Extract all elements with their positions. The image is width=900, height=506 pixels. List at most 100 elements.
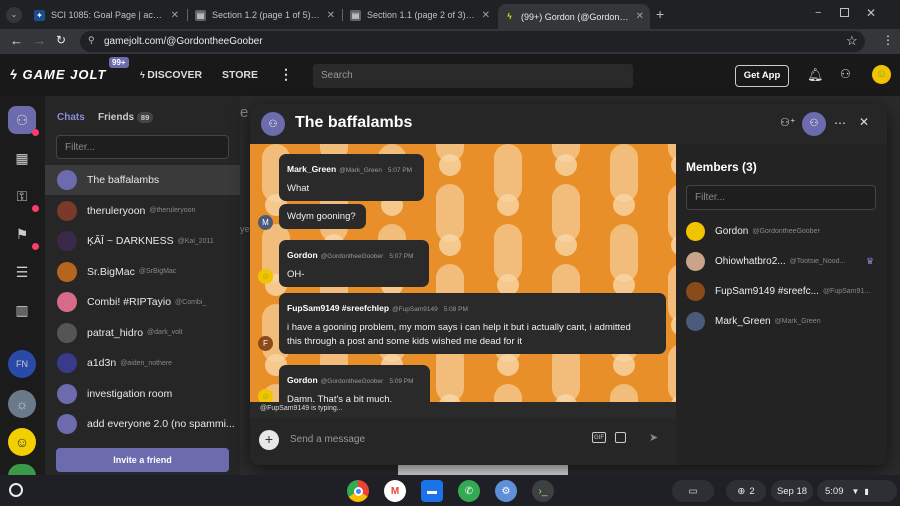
close-tab-icon[interactable]: ✕ xyxy=(171,10,179,21)
member-row[interactable]: Ohiowhatbro2... @Tootsie_Nood... xyxy=(686,251,881,271)
author-avatar[interactable]: M xyxy=(258,215,273,230)
forward-icon[interactable]: → xyxy=(33,33,46,48)
store-link[interactable]: STORE xyxy=(222,69,258,81)
message-bubble[interactable]: Wdym gooning? xyxy=(279,204,366,229)
chat-list-item[interactable]: ĶĂĬ ~ DARKNESS @Kai_2011 xyxy=(45,226,240,256)
background-text: e xyxy=(240,104,249,121)
chat-list-item[interactable]: investigation room xyxy=(45,379,240,409)
member-row[interactable]: FupSam9149 #sreefc... @FupSam91... xyxy=(686,281,881,301)
browser-tab-active[interactable]: ϟ (99+) Gordon (@GordontheeGo ✕ xyxy=(498,4,650,29)
launcher-icon[interactable] xyxy=(9,483,23,497)
chat-list-item[interactable]: a1d3n @aiden_nothere xyxy=(45,348,240,378)
message-input[interactable]: Send a message xyxy=(290,434,365,445)
chat-name: patrat_hidro xyxy=(87,326,144,339)
unread-dot xyxy=(32,243,39,250)
community-avatar[interactable]: FN xyxy=(8,350,36,378)
settings-app-icon[interactable]: ⚙ xyxy=(495,480,517,502)
message-bubble[interactable]: FupSam9149 #sreefchlep @FupSam9149 5:08 PM… xyxy=(279,293,666,354)
message-bubble[interactable]: Mark_Green @Mark_Green 5:07 PM What xyxy=(279,154,424,201)
tab-chats[interactable]: Chats xyxy=(57,112,85,123)
browser-tab[interactable]: ▤ Section 1.2 (page 1 of 5) | ace ✕ xyxy=(189,4,341,26)
message-author: Mark_Green xyxy=(287,164,337,174)
message-bubble[interactable]: Gordon @GordontheeGoober 5:07 PM OH- xyxy=(279,240,429,287)
store-nav-icon[interactable]: ▦ xyxy=(8,144,36,172)
gif-icon[interactable]: GIF xyxy=(592,432,606,443)
notification-icon: ⊕ xyxy=(737,485,746,497)
member-name: Ohiowhatbro2... xyxy=(715,255,786,267)
close-tab-icon[interactable]: ✕ xyxy=(482,10,490,21)
attach-button[interactable]: + xyxy=(259,430,279,450)
message-text: OH- xyxy=(287,269,305,280)
member-avatar xyxy=(686,311,705,331)
member-avatar xyxy=(686,281,705,301)
chat-list-item[interactable]: Combi! #RIPTayio @Combi_ xyxy=(45,287,240,317)
chat-list-item[interactable]: theruleryoon @theruleryoon xyxy=(45,196,240,226)
bell-icon[interactable]: 🔔︎ xyxy=(807,67,824,83)
message-area[interactable]: Mark_Green @Mark_Green 5:07 PM What M Wdym… xyxy=(250,144,676,418)
friends-icon[interactable]: ⚇ xyxy=(840,67,851,81)
site-info-icon[interactable]: ⚲ xyxy=(88,35,95,46)
close-tab-icon[interactable]: ✕ xyxy=(327,10,335,21)
close-tab-icon[interactable]: ✕ xyxy=(636,11,644,22)
notification-tray[interactable]: ⊕ 2 xyxy=(726,480,766,502)
chat-list-item[interactable]: The baffalambs xyxy=(45,165,240,195)
site-search-input[interactable]: Search xyxy=(313,64,633,88)
community-avatar[interactable]: ☼ xyxy=(8,390,36,418)
author-avatar[interactable]: ☺ xyxy=(258,269,273,284)
close-modal-icon[interactable]: ✕ xyxy=(859,115,869,129)
members-toggle-icon[interactable]: ⚇ xyxy=(802,112,826,136)
friends-count-badge: 89 xyxy=(136,112,154,123)
add-member-icon[interactable]: ⚇⁺ xyxy=(780,116,796,129)
author-avatar[interactable]: F xyxy=(258,336,273,351)
more-options-icon[interactable]: ⋯ xyxy=(834,116,846,130)
member-row[interactable]: Gordon @GordontheeGoober xyxy=(686,221,881,241)
minimize-icon[interactable]: − xyxy=(815,7,821,19)
user-avatar[interactable]: ☺ xyxy=(872,65,891,84)
gmail-app-icon[interactable]: M xyxy=(384,480,406,502)
chat-list-item[interactable]: add everyone 2.0 (no spammi... xyxy=(45,409,240,439)
chat-filter-input[interactable]: Filter... xyxy=(56,135,229,159)
member-avatar xyxy=(686,221,705,241)
terminal-app-icon[interactable]: ›_ xyxy=(532,480,554,502)
tote-icon[interactable]: ▭ xyxy=(672,480,714,502)
community-avatar[interactable]: ☺ xyxy=(8,428,36,456)
more-menu-icon[interactable]: ⋮ xyxy=(279,66,293,83)
chrome-menu-icon[interactable]: ⋮ xyxy=(882,33,894,47)
library-nav-icon[interactable]: ▥ xyxy=(8,296,36,324)
restore-icon[interactable] xyxy=(840,8,849,17)
gamejolt-logo[interactable]: ϟ GAME JOLT xyxy=(10,67,106,82)
chat-avatar xyxy=(57,414,77,434)
sticker-icon[interactable] xyxy=(615,432,626,443)
browser-tab[interactable]: ▤ Section 1.1 (page 2 of 3) | ace ✕ xyxy=(344,4,496,26)
members-filter-input[interactable]: Filter... xyxy=(686,185,876,210)
chrome-app-icon[interactable] xyxy=(347,480,369,502)
browser-tab[interactable]: ✦ SCI 1085: Goal Page | acecon ✕ xyxy=(28,4,185,26)
get-app-button[interactable]: Get App xyxy=(735,65,789,87)
room-title: The baffalambs xyxy=(295,114,413,131)
browser-toolbar: ← → ↻ ⚲ gamejolt.com/@GordontheeGoober ☆… xyxy=(0,29,900,54)
discover-link[interactable]: ϟ DISCOVER xyxy=(140,69,202,81)
chat-list-item[interactable]: patrat_hidro @dark_volt xyxy=(45,318,240,348)
member-row[interactable]: Mark_Green @Mark_Green xyxy=(686,311,881,331)
bookmark-star-icon[interactable]: ☆ xyxy=(846,33,858,49)
reload-icon[interactable]: ↻ xyxy=(56,33,66,47)
invite-friend-button[interactable]: Invite a friend xyxy=(56,448,229,472)
new-tab-icon[interactable]: + xyxy=(656,6,664,22)
feed-nav-icon[interactable]: ☰ xyxy=(8,258,36,286)
tab-search-button[interactable]: ⌄ xyxy=(6,7,22,23)
chat-handle: @SrBigMac xyxy=(138,268,177,275)
date-tray[interactable]: Sep 18 xyxy=(771,480,813,502)
background-banner xyxy=(398,465,568,475)
chat-handle: @Combi_ xyxy=(175,298,207,306)
chat-handle: @aiden_nothere xyxy=(120,359,173,367)
files-app-icon[interactable]: ▬ xyxy=(421,480,443,502)
close-window-icon[interactable]: ✕ xyxy=(866,6,876,20)
meet-app-icon[interactable]: ✆ xyxy=(458,480,480,502)
back-icon[interactable]: ← xyxy=(10,33,23,48)
address-bar[interactable]: ⚲ gamejolt.com/@GordontheeGoober ☆ xyxy=(80,31,865,52)
status-tray[interactable]: 5:09 ▼ ▮ xyxy=(817,480,897,502)
pattern-dot xyxy=(613,354,635,376)
tab-friends[interactable]: Friends 89 xyxy=(98,112,154,123)
send-icon[interactable]: ➤ xyxy=(649,431,658,444)
chat-list-item[interactable]: Sr.BigMac @SrBigMac xyxy=(45,257,240,287)
